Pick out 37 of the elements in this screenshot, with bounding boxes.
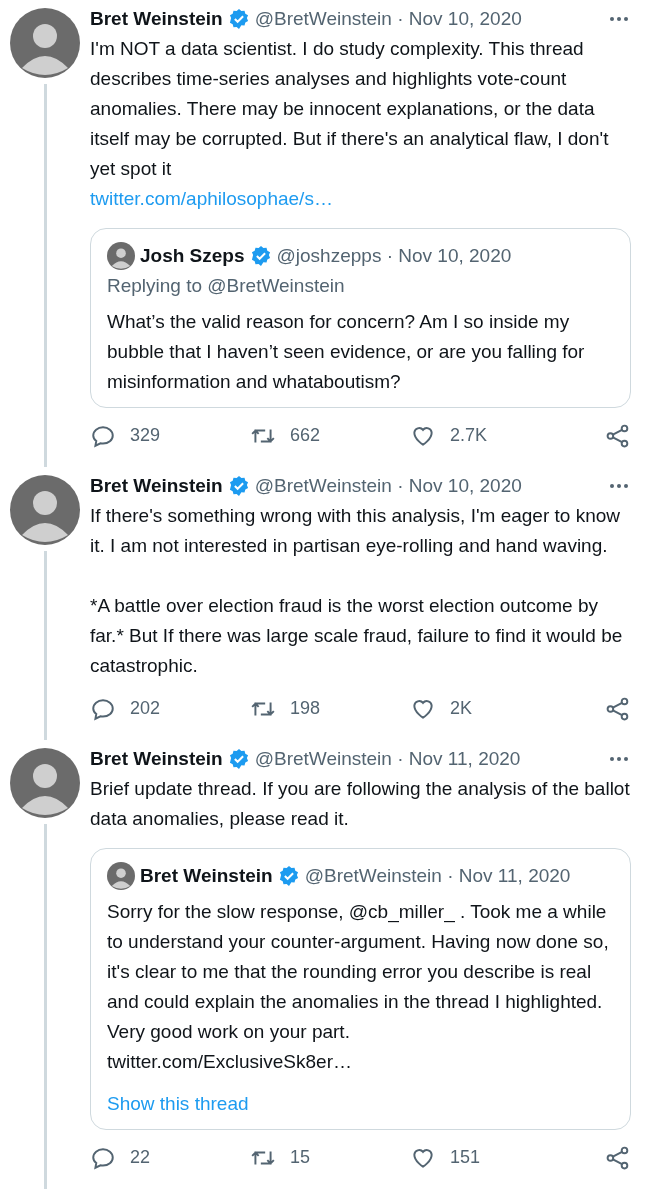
like-count: 2.7K: [450, 424, 488, 447]
handle-date: @BretWeinstein · Nov 10, 2020: [254, 474, 522, 498]
tweet-text: *A battle over election fraud is the worst election outcome by far.* But If there was large scale fraud, failure to find it would be catastrophic.: [90, 594, 624, 678]
quoted-text: What’s the valid reason for concern? Am I so inside my bubble that I haven’t seen evidence, or are you falling for misinformation and whataboutism?: [107, 310, 586, 394]
quoted-tweet[interactable]: [90, 848, 631, 1130]
tweet-text: If there's something wrong with this analysis, I'm eager to know it. I am not interested in partisan eye-rolling and hand waving.: [90, 504, 621, 558]
share-icon[interactable]: [605, 1144, 631, 1171]
reply-count: 329: [130, 424, 161, 447]
reply-count: 22: [130, 1146, 151, 1169]
quoted-link[interactable]: twitter.com/ExclusiveSk8er…: [107, 1047, 614, 1077]
avatar-icon[interactable]: [107, 242, 135, 270]
author-name[interactable]: Bret Weinstein: [90, 4, 223, 34]
quoted-text: Sorry for the slow response, @cb_miller_ . Took me a while to understand your counter-argument. Having now done so, it's clear to me that the rounding error you describe is real and could explain the anomalies in the thread I highlighted. Very good work on your part.: [107, 900, 610, 1044]
author-name[interactable]: Bret Weinstein: [90, 744, 223, 774]
avatar-icon[interactable]: [10, 748, 80, 818]
handle-date: @BretWeinstein · Nov 11, 2020: [304, 864, 571, 888]
retweet-count: 662: [290, 424, 321, 447]
replying-to: Replying to @BretWeinstein: [107, 274, 346, 298]
tweet-text: Brief update thread. If you are following the analysis of the ballot data anomalies, please read it.: [90, 777, 631, 831]
avatar-icon[interactable]: [10, 475, 80, 545]
reply-count: 202: [130, 697, 161, 720]
tweet-text: I'm NOT a data scientist. I do study complexity. This thread describes time-series analyses and highlights vote-count anomalies. There may be innocent explanations, or the data itself may be corrupted. But if there's an analytical flaw, I don't yet spot it: [90, 37, 610, 181]
author-name[interactable]: Josh Szeps: [140, 241, 245, 271]
handle-date: @joshzepps · Nov 10, 2020: [276, 244, 512, 268]
like-count: 2K: [450, 697, 473, 720]
quoted-tweet[interactable]: [90, 228, 631, 408]
handle-date: @BretWeinstein · Nov 10, 2020: [254, 7, 522, 31]
like-count: 151: [450, 1146, 481, 1169]
avatar-icon[interactable]: [10, 8, 80, 78]
avatar-icon[interactable]: [107, 862, 135, 890]
share-icon[interactable]: [605, 695, 631, 722]
retweet-count: 198: [290, 697, 321, 720]
author-name[interactable]: Bret Weinstein: [140, 861, 273, 891]
handle-date: @BretWeinstein · Nov 11, 2020: [254, 747, 521, 771]
share-icon[interactable]: [605, 422, 631, 449]
author-name[interactable]: Bret Weinstein: [90, 471, 223, 501]
retweet-count: 15: [290, 1146, 311, 1169]
